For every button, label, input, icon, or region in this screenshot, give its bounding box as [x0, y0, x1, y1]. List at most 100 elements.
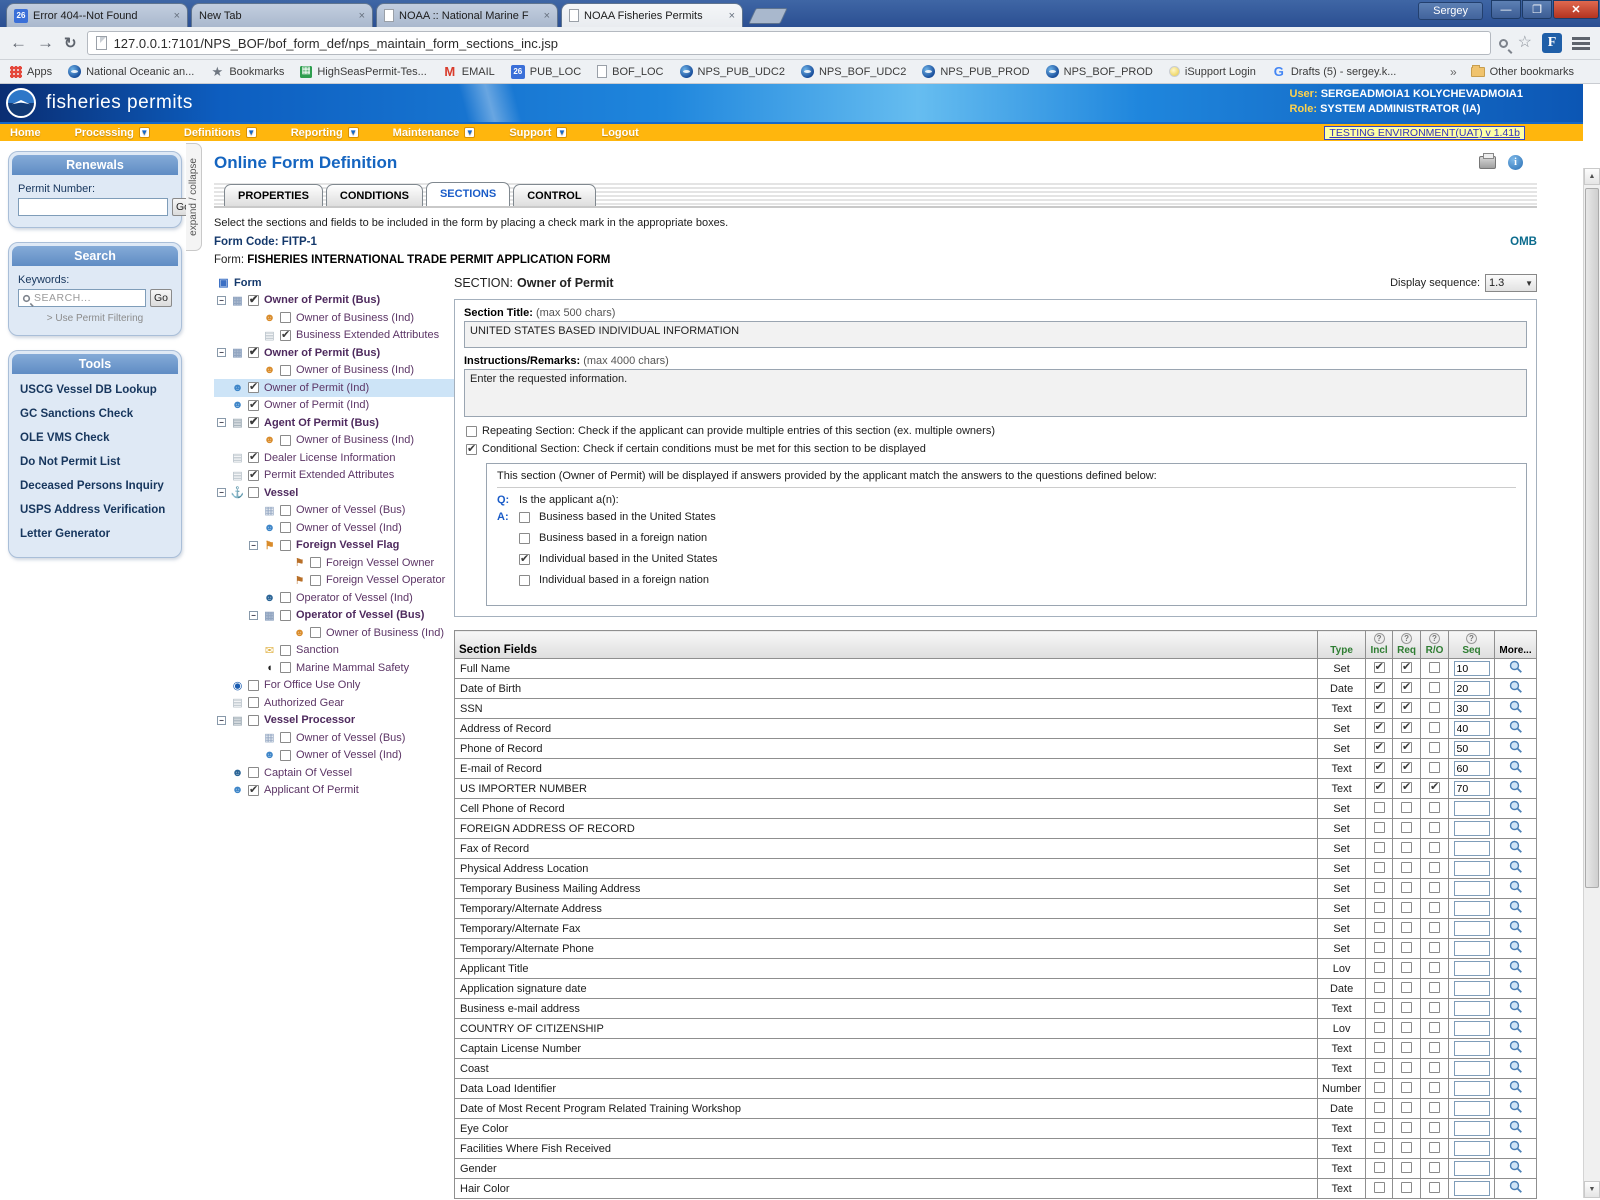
ro-checkbox[interactable]: [1429, 1082, 1440, 1093]
scroll-up-icon[interactable]: ▲: [1584, 168, 1600, 185]
req-checkbox[interactable]: [1401, 662, 1412, 673]
window-restore-button[interactable]: ❐: [1522, 0, 1552, 19]
tree-node[interactable]: ☻ Owner of Permit (Ind): [214, 379, 454, 397]
magnifier-icon[interactable]: [1509, 900, 1523, 914]
req-checkbox[interactable]: [1401, 842, 1412, 853]
scroll-down-icon[interactable]: ▼: [1584, 1181, 1600, 1198]
seq-input[interactable]: [1454, 981, 1490, 996]
ro-checkbox[interactable]: [1429, 962, 1440, 973]
bookmark-item[interactable]: NPS_PUB_UDC2: [680, 65, 785, 78]
window-minimize-button[interactable]: —: [1491, 0, 1521, 19]
ro-checkbox[interactable]: [1429, 782, 1440, 793]
tree-node-checkbox[interactable]: [280, 645, 291, 656]
bookmark-item[interactable]: NPS_BOF_UDC2: [801, 65, 906, 78]
req-checkbox[interactable]: [1401, 682, 1412, 693]
tree-node-checkbox[interactable]: [248, 470, 259, 481]
instructions-input[interactable]: Enter the requested information.: [464, 369, 1527, 417]
ro-checkbox[interactable]: [1429, 1022, 1440, 1033]
req-checkbox[interactable]: [1401, 1122, 1412, 1133]
seq-input[interactable]: [1454, 941, 1490, 956]
collapse-node-icon[interactable]: −: [217, 488, 226, 497]
magnifier-icon[interactable]: [1509, 1140, 1523, 1154]
tree-node[interactable]: ☻ Owner of Permit (Ind): [214, 397, 454, 415]
other-bookmarks-button[interactable]: Other bookmarks: [1471, 66, 1574, 78]
seq-input[interactable]: [1454, 661, 1490, 676]
req-checkbox[interactable]: [1401, 722, 1412, 733]
display-sequence-select[interactable]: 1.3▼: [1485, 274, 1537, 292]
tool-link-letter-generator[interactable]: Letter Generator: [16, 522, 174, 546]
magnifier-icon[interactable]: [1509, 800, 1523, 814]
magnifier-icon[interactable]: [1509, 1080, 1523, 1094]
bookmark-item[interactable]: BOF_LOC: [597, 65, 663, 78]
tree-node[interactable]: −▤ Agent Of Permit (Bus): [214, 414, 454, 432]
seq-input[interactable]: [1454, 1161, 1490, 1176]
seq-input[interactable]: [1454, 901, 1490, 916]
expand-collapse-tab[interactable]: expand / collapse: [186, 143, 202, 251]
zoom-search-icon[interactable]: [1499, 39, 1508, 48]
bookmark-item[interactable]: M EMAIL: [443, 65, 495, 79]
tree-node[interactable]: ▤ Dealer License Information: [214, 449, 454, 467]
magnifier-icon[interactable]: [1509, 920, 1523, 934]
seq-input[interactable]: [1454, 741, 1490, 756]
tab-close-icon[interactable]: ×: [174, 10, 180, 22]
bookmark-star-icon[interactable]: ☆: [1518, 35, 1532, 51]
magnifier-icon[interactable]: [1509, 840, 1523, 854]
req-checkbox[interactable]: [1401, 1062, 1412, 1073]
tree-node-checkbox[interactable]: [280, 540, 291, 551]
forward-button[interactable]: →: [37, 33, 54, 53]
tree-node-checkbox[interactable]: [248, 680, 259, 691]
tree-node[interactable]: ✉ Sanction: [214, 642, 454, 660]
dropdown-indicator-icon[interactable]: ▼: [246, 127, 257, 138]
tab-control[interactable]: CONTROL: [513, 184, 595, 206]
collapse-node-icon[interactable]: −: [217, 296, 226, 305]
window-close-button[interactable]: ✕: [1553, 0, 1599, 19]
nav-item-support[interactable]: Support ▼: [509, 127, 567, 139]
req-checkbox[interactable]: [1401, 1002, 1412, 1013]
collapse-node-icon[interactable]: −: [249, 611, 258, 620]
tree-node[interactable]: ▤ Authorized Gear: [214, 694, 454, 712]
incl-checkbox[interactable]: [1374, 742, 1385, 753]
seq-input[interactable]: [1454, 701, 1490, 716]
tree-node[interactable]: ☻ Owner of Business (Ind): [214, 432, 454, 450]
incl-checkbox[interactable]: [1374, 782, 1385, 793]
seq-input[interactable]: [1454, 961, 1490, 976]
magnifier-icon[interactable]: [1509, 1000, 1523, 1014]
seq-input[interactable]: [1454, 781, 1490, 796]
magnifier-icon[interactable]: [1509, 680, 1523, 694]
tree-node-checkbox[interactable]: [280, 312, 291, 323]
tree-node-checkbox[interactable]: [280, 750, 291, 761]
tree-node-checkbox[interactable]: [248, 452, 259, 463]
section-title-input[interactable]: UNITED STATES BASED INDIVIDUAL INFORMATI…: [464, 321, 1527, 348]
req-checkbox[interactable]: [1401, 1142, 1412, 1153]
bookmark-item[interactable]: Apps: [10, 66, 52, 78]
incl-checkbox[interactable]: [1374, 702, 1385, 713]
bookmark-item[interactable]: National Oceanic an...: [68, 65, 194, 78]
bookmark-item[interactable]: NPS_BOF_PROD: [1046, 65, 1153, 78]
incl-checkbox[interactable]: [1374, 1182, 1385, 1193]
ro-checkbox[interactable]: [1429, 1002, 1440, 1013]
incl-checkbox[interactable]: [1374, 762, 1385, 773]
magnifier-icon[interactable]: [1509, 980, 1523, 994]
tree-node[interactable]: ⚑ Foreign Vessel Owner: [214, 554, 454, 572]
permit-number-input[interactable]: [18, 198, 168, 216]
ro-checkbox[interactable]: [1429, 1162, 1440, 1173]
tree-node[interactable]: ☻ Applicant Of Permit: [214, 782, 454, 800]
tab-close-icon[interactable]: ×: [359, 10, 365, 22]
tree-node[interactable]: −▤ Vessel Processor: [214, 712, 454, 730]
ro-checkbox[interactable]: [1429, 1042, 1440, 1053]
incl-checkbox[interactable]: [1374, 982, 1385, 993]
ro-checkbox[interactable]: [1429, 1182, 1440, 1193]
tree-node-checkbox[interactable]: [248, 767, 259, 778]
req-checkbox[interactable]: [1401, 702, 1412, 713]
incl-checkbox[interactable]: [1374, 962, 1385, 973]
seq-input[interactable]: [1454, 921, 1490, 936]
ro-checkbox[interactable]: [1429, 1122, 1440, 1133]
ro-checkbox[interactable]: [1429, 902, 1440, 913]
tree-node-checkbox[interactable]: [248, 487, 259, 498]
magnifier-icon[interactable]: [1509, 660, 1523, 674]
incl-checkbox[interactable]: [1374, 682, 1385, 693]
answer-checkbox[interactable]: [519, 533, 530, 544]
bookmark-item[interactable]: NPS_PUB_PROD: [922, 65, 1029, 78]
magnifier-icon[interactable]: [1509, 740, 1523, 754]
magnifier-icon[interactable]: [1509, 1180, 1523, 1194]
